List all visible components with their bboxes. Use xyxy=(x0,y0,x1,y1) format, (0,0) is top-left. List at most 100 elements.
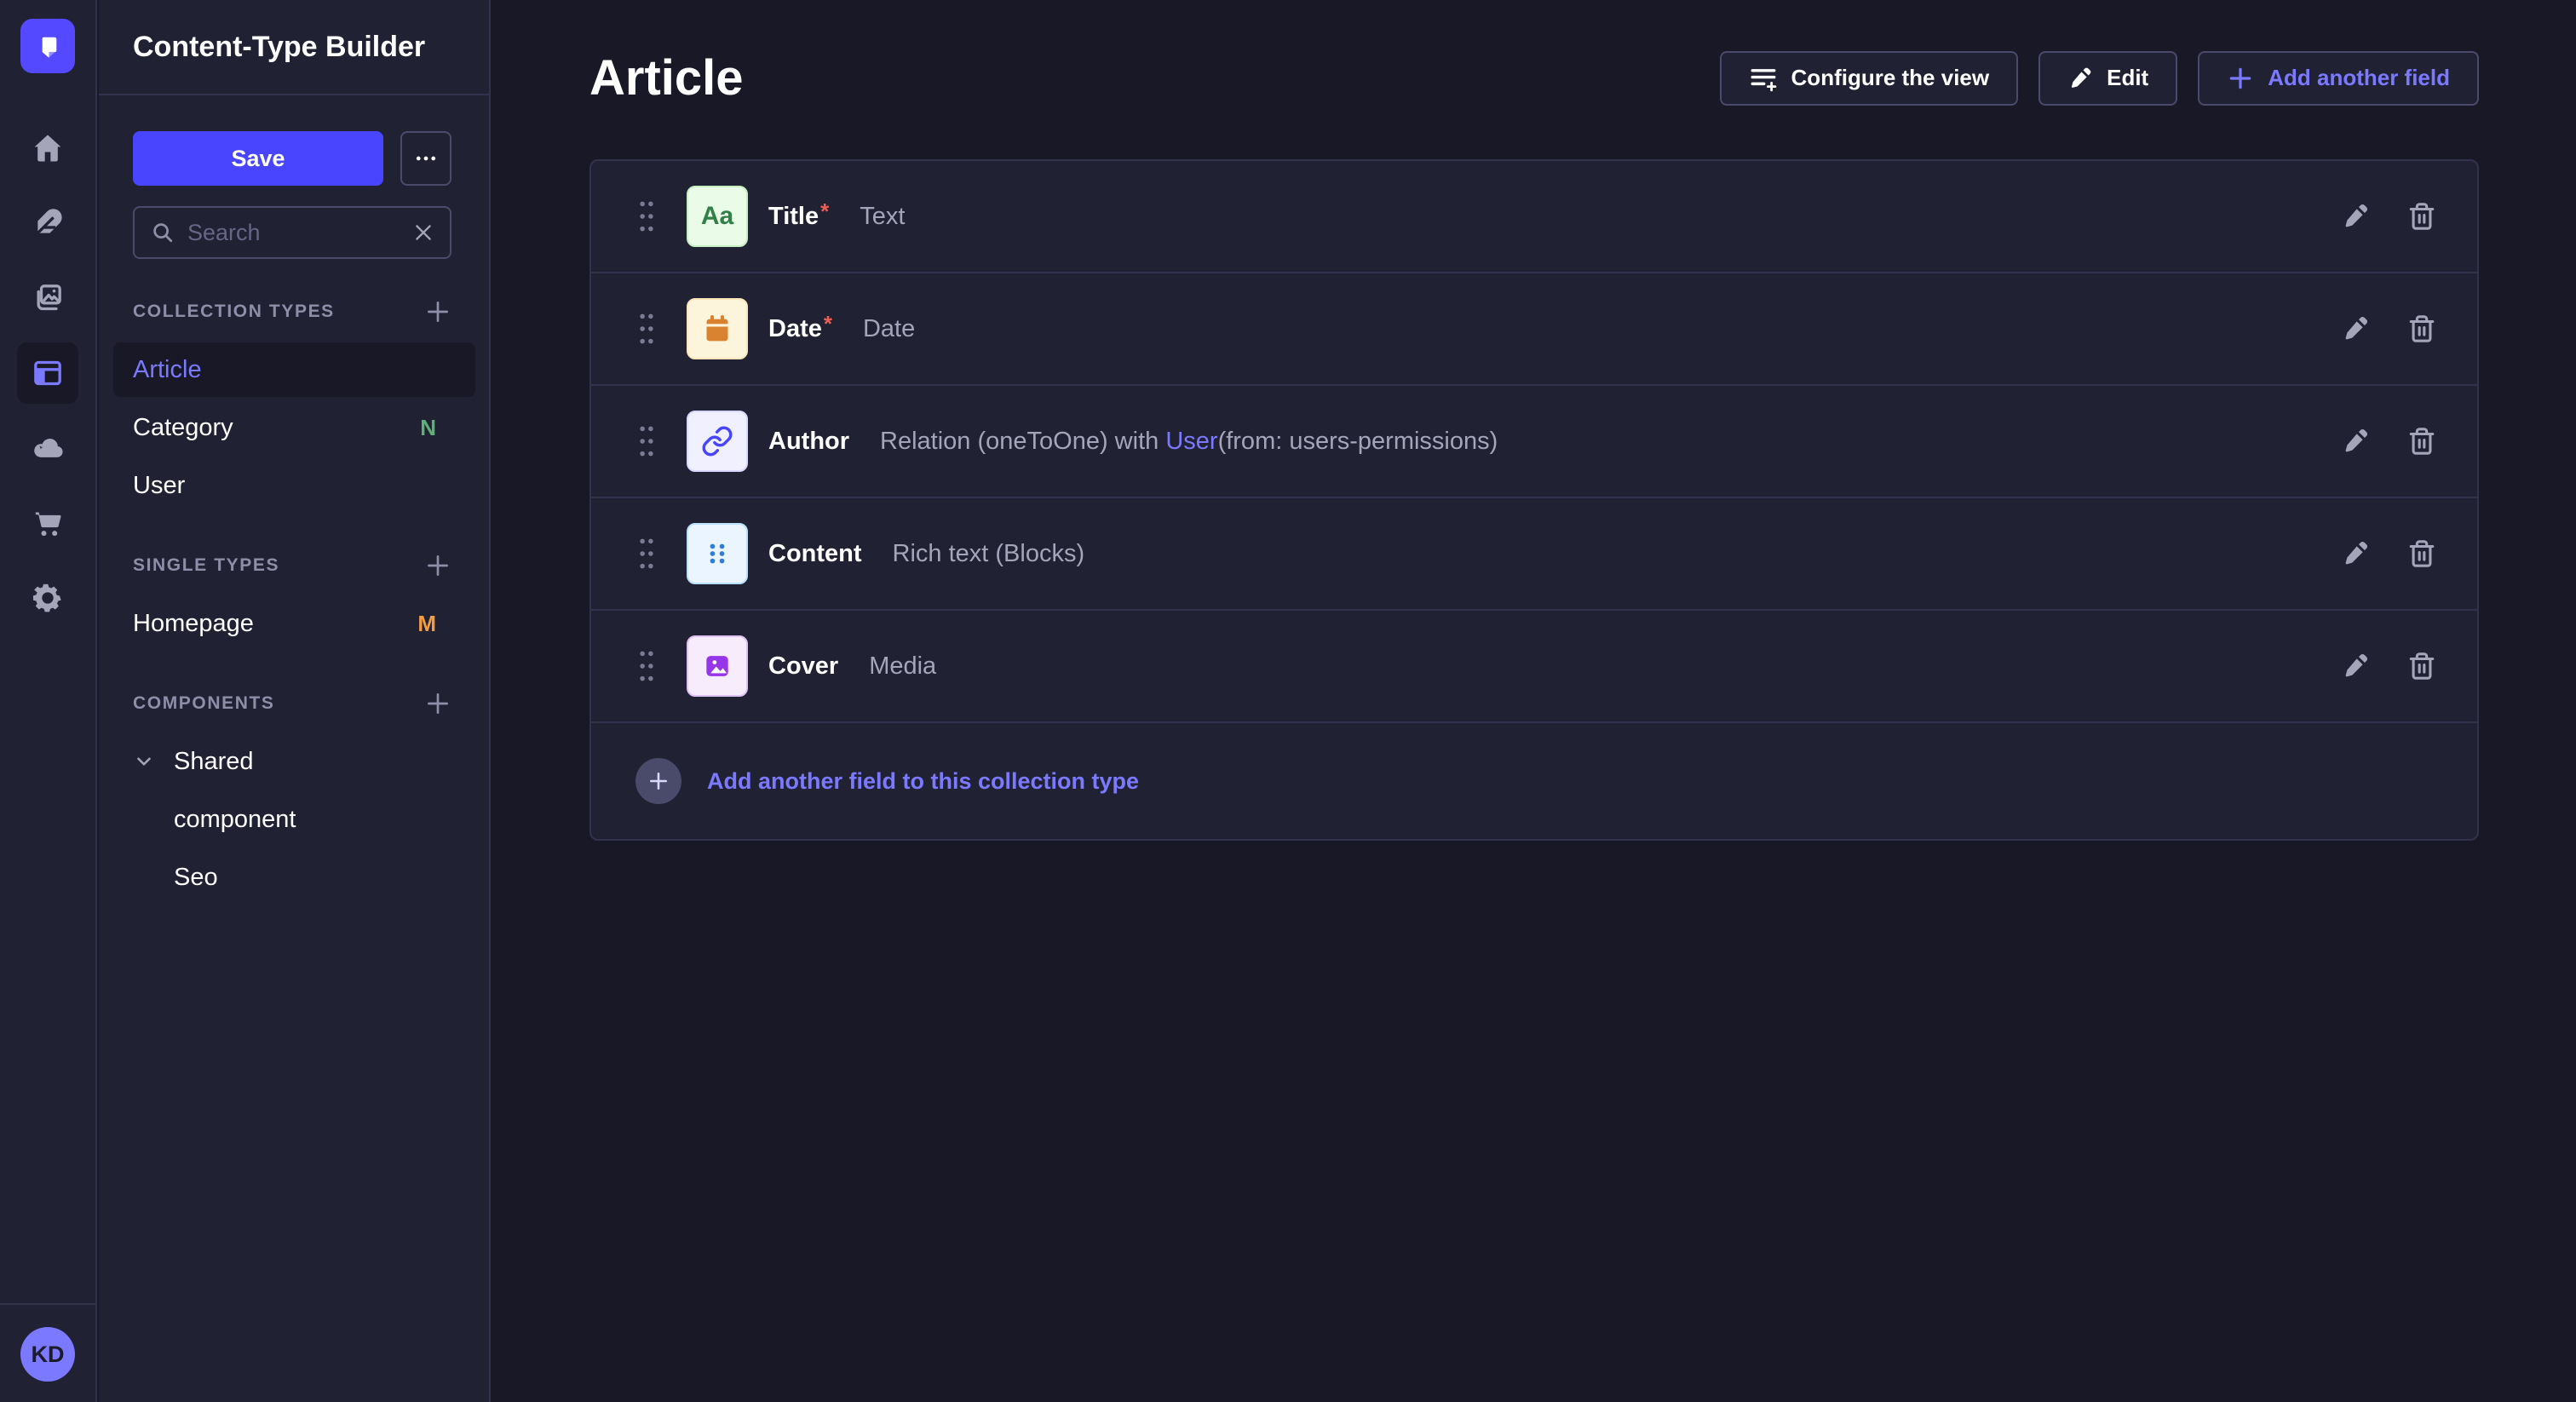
fields-table: Aa Title* Text xyxy=(589,159,2479,841)
item-label: Category xyxy=(133,414,233,442)
drag-handle[interactable] xyxy=(635,310,658,348)
edit-field-button[interactable] xyxy=(2341,539,2370,568)
deploy-nav[interactable] xyxy=(17,417,78,479)
sidebar-item-category[interactable]: Category N xyxy=(113,400,475,455)
delete-field-button[interactable] xyxy=(2407,652,2436,681)
feather-icon xyxy=(31,206,65,240)
media-library-nav[interactable] xyxy=(17,267,78,329)
text-icon-glyph: Aa xyxy=(701,202,733,231)
field-type: Relation (oneToOne) with User(from: user… xyxy=(880,428,1498,456)
required-asterisk: * xyxy=(820,198,829,224)
drag-handle[interactable] xyxy=(635,198,658,235)
plugin-sidebar: Content-Type Builder Save xyxy=(99,0,491,1402)
add-field-label: Add another field xyxy=(2268,65,2450,91)
item-label: Seo xyxy=(174,864,218,892)
field-row-author: Author Relation (oneToOne) with User(fro… xyxy=(591,386,2477,498)
plus-icon xyxy=(424,552,451,579)
new-badge: N xyxy=(420,415,436,441)
field-name: Author xyxy=(768,428,849,456)
rail-divider xyxy=(0,1303,96,1305)
edit-field-button[interactable] xyxy=(2341,314,2370,343)
field-type: Date xyxy=(863,315,915,343)
pencil-icon xyxy=(2341,652,2370,681)
ellipsis-icon xyxy=(413,146,439,171)
plus-icon xyxy=(424,298,451,325)
pencil-icon xyxy=(2341,427,2370,456)
field-row-cover: Cover Media xyxy=(591,611,2477,723)
add-component-button[interactable] xyxy=(424,690,451,717)
edit-field-button[interactable] xyxy=(2341,202,2370,231)
pencil-icon xyxy=(2067,66,2093,91)
cart-icon xyxy=(31,506,65,540)
trash-icon xyxy=(2407,314,2436,343)
component-group-shared[interactable]: Shared xyxy=(113,734,475,789)
content-type-builder-icon xyxy=(31,356,65,390)
more-actions-button[interactable] xyxy=(400,131,451,186)
edit-field-button[interactable] xyxy=(2341,652,2370,681)
trash-icon xyxy=(2407,539,2436,568)
delete-field-button[interactable] xyxy=(2407,427,2436,456)
home-nav[interactable] xyxy=(17,118,78,179)
media-field-icon xyxy=(687,635,748,697)
content-type-builder-nav[interactable] xyxy=(17,342,78,404)
edit-field-button[interactable] xyxy=(2341,427,2370,456)
pencil-icon xyxy=(2341,539,2370,568)
add-collection-type-button[interactable] xyxy=(424,298,451,325)
sidebar-item-user[interactable]: User xyxy=(113,458,475,513)
main-nav-rail: KD xyxy=(0,0,97,1402)
single-types-title: SINGLE TYPES xyxy=(133,555,279,576)
field-type: Rich text (Blocks) xyxy=(893,540,1085,568)
delete-field-button[interactable] xyxy=(2407,202,2436,231)
search-input[interactable] xyxy=(187,220,400,246)
configure-list-icon xyxy=(1749,64,1778,93)
item-label: Homepage xyxy=(133,610,254,638)
field-name: Cover xyxy=(768,652,838,681)
delete-field-button[interactable] xyxy=(2407,539,2436,568)
plus-icon xyxy=(424,690,451,717)
drag-handle[interactable] xyxy=(635,535,658,572)
user-avatar[interactable]: KD xyxy=(20,1327,75,1382)
sidebar-item-component[interactable]: component xyxy=(113,792,475,847)
trash-icon xyxy=(2407,652,2436,681)
chevron-down-icon xyxy=(133,750,155,773)
add-field-circle-button[interactable] xyxy=(635,758,681,804)
add-field-row[interactable]: Add another field to this collection typ… xyxy=(591,723,2477,839)
collection-types-title: COLLECTION TYPES xyxy=(133,302,335,322)
add-another-field-button[interactable]: Add another field xyxy=(2198,51,2479,106)
field-row-content: Content Rich text (Blocks) xyxy=(591,498,2477,611)
media-library-icon xyxy=(31,281,65,315)
field-name: Date* xyxy=(768,315,832,343)
sidebar-item-homepage[interactable]: Homepage M xyxy=(113,596,475,651)
drag-handle[interactable] xyxy=(635,647,658,685)
save-button[interactable]: Save xyxy=(133,131,383,186)
item-label: Article xyxy=(133,356,202,384)
delete-field-button[interactable] xyxy=(2407,314,2436,343)
page-title: Article xyxy=(589,49,744,106)
content-manager-nav[interactable] xyxy=(17,192,78,254)
strapi-logo[interactable] xyxy=(20,19,75,73)
plus-icon xyxy=(2227,65,2254,92)
settings-nav[interactable] xyxy=(17,567,78,629)
edit-button[interactable]: Edit xyxy=(2038,51,2177,106)
required-asterisk: * xyxy=(824,311,832,336)
drag-handle[interactable] xyxy=(635,422,658,460)
strapi-logo-icon xyxy=(32,30,64,62)
add-field-row-label[interactable]: Add another field to this collection typ… xyxy=(707,768,1139,795)
sidebar-item-article[interactable]: Article xyxy=(113,342,475,397)
clear-search-button[interactable] xyxy=(412,221,434,244)
relation-field-icon xyxy=(687,411,748,472)
marketplace-nav[interactable] xyxy=(17,492,78,554)
add-single-type-button[interactable] xyxy=(424,552,451,579)
pencil-icon xyxy=(2341,202,2370,231)
date-field-icon xyxy=(687,298,748,359)
rail-nav-items xyxy=(17,118,78,629)
group-label: Shared xyxy=(174,748,254,776)
blocks-field-icon xyxy=(687,523,748,584)
configure-view-button[interactable]: Configure the view xyxy=(1720,51,2019,106)
home-icon xyxy=(31,131,65,165)
search-box xyxy=(133,206,451,259)
components-title: COMPONENTS xyxy=(133,693,275,714)
field-type: Media xyxy=(869,652,936,681)
sidebar-item-seo[interactable]: Seo xyxy=(113,850,475,905)
relation-target-link[interactable]: User xyxy=(1165,428,1217,455)
